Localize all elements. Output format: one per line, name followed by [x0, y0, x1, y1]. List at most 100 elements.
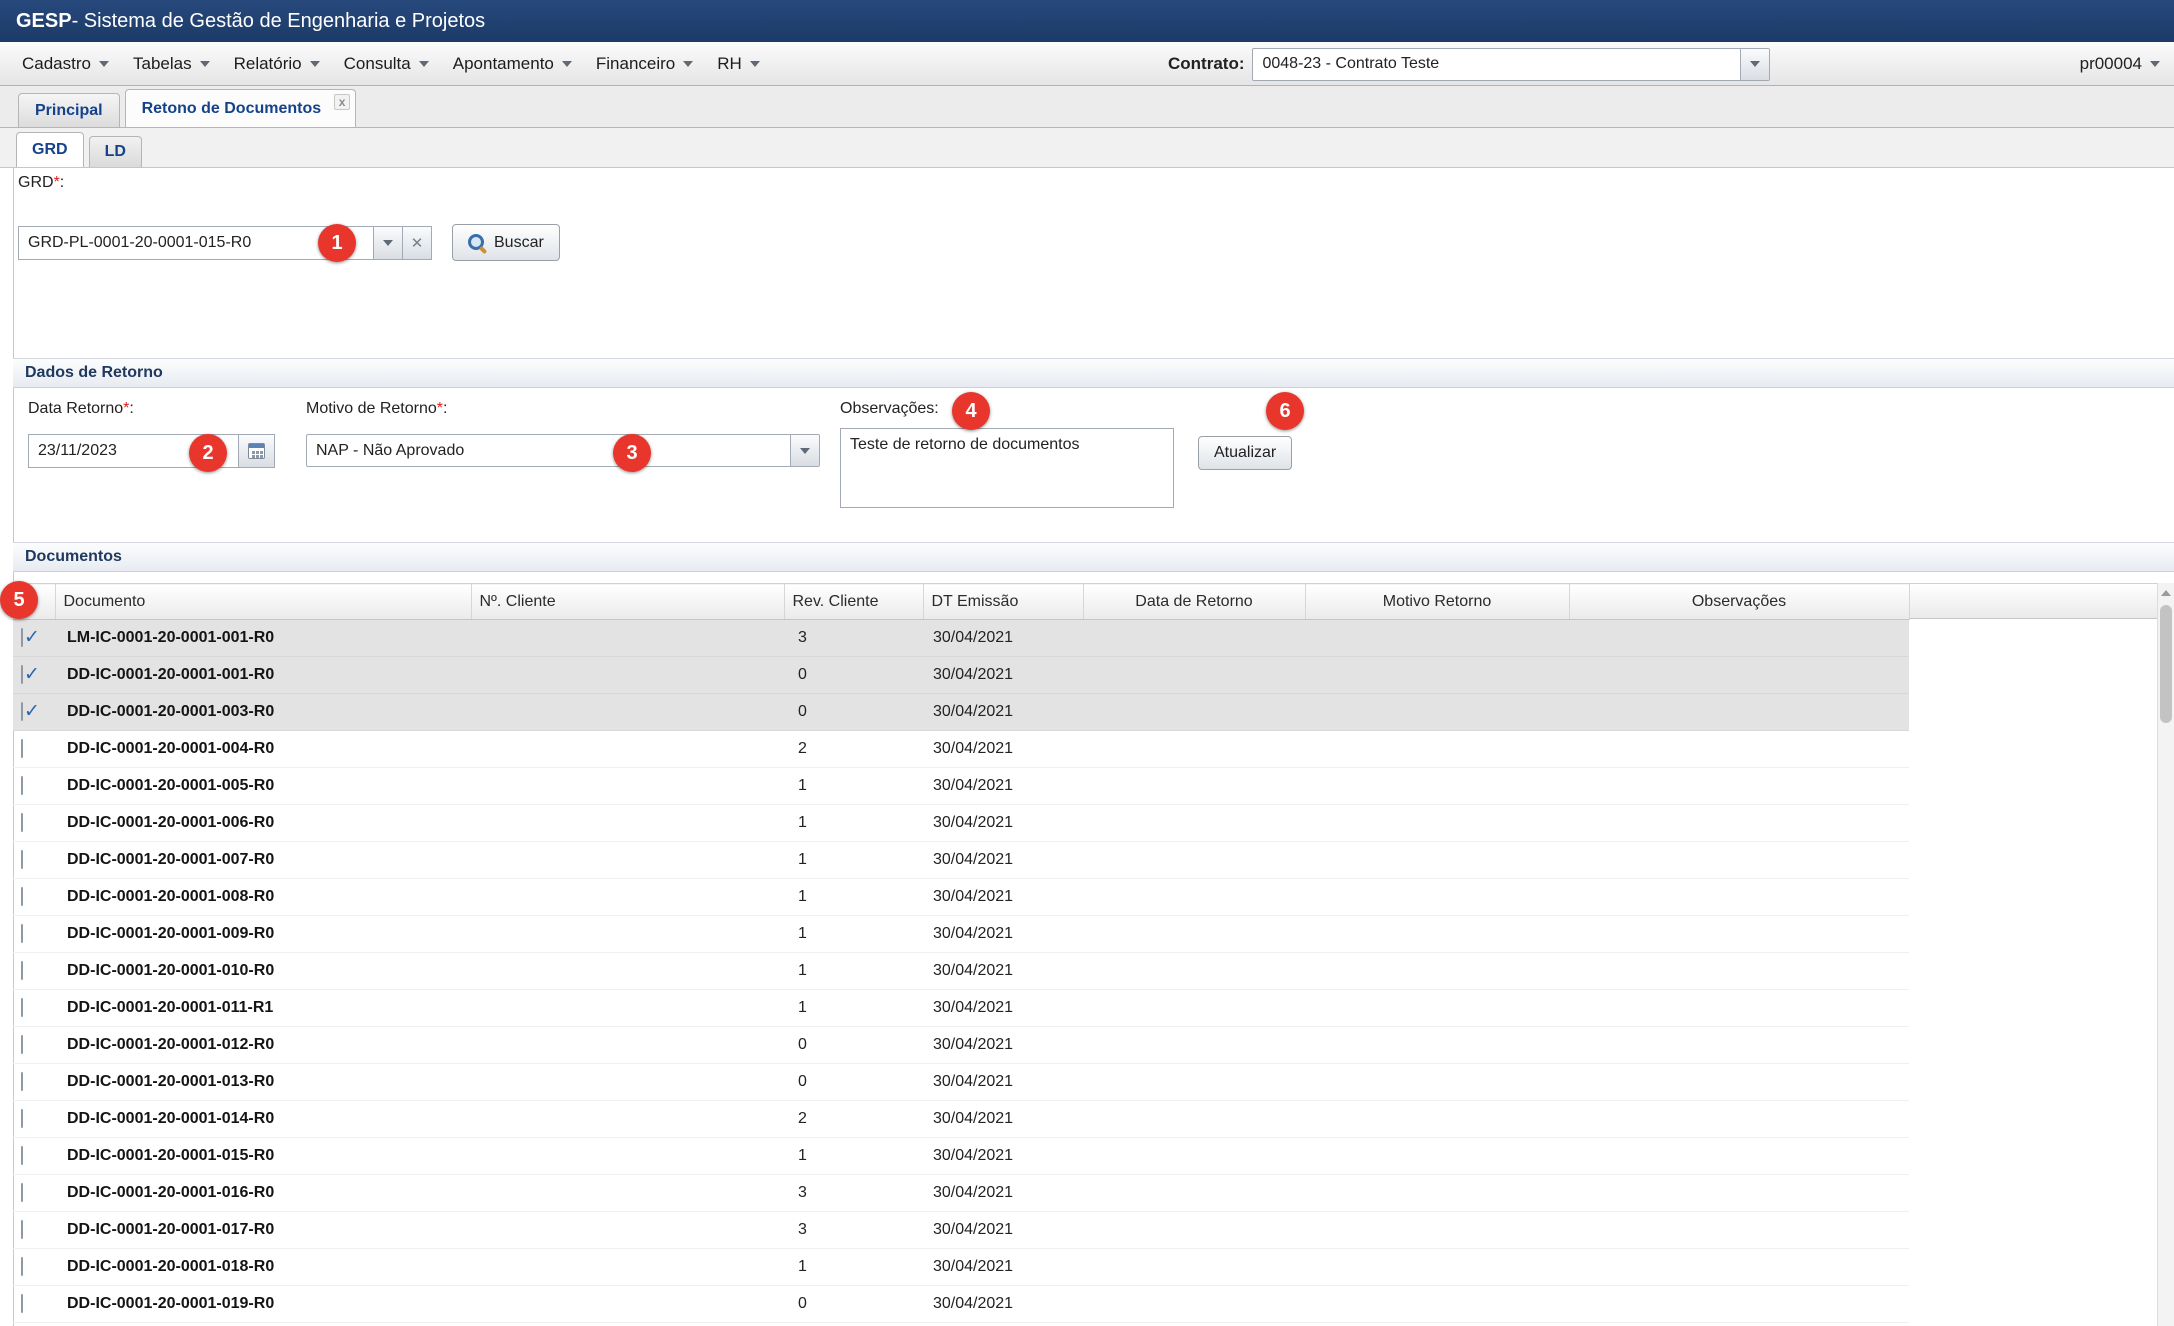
cell-motivo-retorno	[1305, 879, 1569, 916]
row-checkbox[interactable]	[21, 998, 23, 1017]
cell-dt-emissao: 30/04/2021	[923, 1027, 1083, 1064]
table-row[interactable]: DD-IC-0001-20-0001-015-R0 1 30/04/2021	[13, 1138, 1909, 1175]
table-row[interactable]: DD-IC-0001-20-0001-009-R0 1 30/04/2021	[13, 916, 1909, 953]
cell-observacoes	[1569, 1101, 1909, 1138]
cell-motivo-retorno	[1305, 953, 1569, 990]
row-checkbox[interactable]	[21, 1109, 23, 1128]
cell-dt-emissao: 30/04/2021	[923, 1138, 1083, 1175]
contract-group: Contrato: 0048-23 - Contrato Teste	[1168, 42, 1770, 86]
cell-dt-emissao: 30/04/2021	[923, 1212, 1083, 1249]
table-row[interactable]: DD-IC-0001-20-0001-007-R0 1 30/04/2021	[13, 842, 1909, 879]
cell-dt-emissao: 30/04/2021	[923, 1286, 1083, 1323]
row-checkbox[interactable]	[21, 1146, 23, 1165]
row-checkbox[interactable]	[21, 1257, 23, 1276]
table-row[interactable]: DD-IC-0001-20-0001-012-R0 0 30/04/2021	[13, 1027, 1909, 1064]
buscar-button[interactable]: Buscar	[452, 224, 560, 261]
cell-n-cliente	[471, 879, 784, 916]
cell-motivo-retorno	[1305, 620, 1569, 657]
table-row[interactable]: DD-IC-0001-20-0001-018-R0 1 30/04/2021	[13, 1249, 1909, 1286]
table-row[interactable]: DD-IC-0001-20-0001-004-R0 2 30/04/2021	[13, 731, 1909, 768]
annotation-badge-6: 6	[1266, 392, 1304, 430]
tab-principal[interactable]: Principal	[18, 93, 120, 127]
table-row[interactable]: DD-IC-0001-20-0001-016-R0 3 30/04/2021	[13, 1175, 1909, 1212]
user-menu[interactable]: pr00004	[2080, 42, 2160, 86]
cell-observacoes	[1569, 1064, 1909, 1101]
row-checkbox[interactable]	[21, 1072, 23, 1091]
column-data-de-retorno[interactable]: Data de Retorno	[1083, 584, 1305, 620]
menu-tabelas[interactable]: Tabelas	[121, 47, 222, 81]
cell-documento: DD-IC-0001-20-0001-008-R0	[55, 879, 471, 916]
column-observacoes[interactable]: Observações	[1569, 584, 1909, 620]
vertical-scrollbar[interactable]	[2157, 583, 2174, 1326]
table-row[interactable]: DD-IC-0001-20-0001-006-R0 1 30/04/2021	[13, 805, 1909, 842]
column-n-cliente[interactable]: Nº. Cliente	[471, 584, 784, 620]
table-row[interactable]: DD-IC-0001-20-0001-008-R0 1 30/04/2021	[13, 879, 1909, 916]
row-checkbox[interactable]	[21, 1035, 23, 1054]
grd-dropdown-trigger[interactable]	[374, 226, 403, 260]
cell-rev-cliente: 0	[784, 1064, 923, 1101]
row-checkbox[interactable]	[21, 1220, 23, 1239]
table-row[interactable]: DD-IC-0001-20-0001-017-R0 3 30/04/2021	[13, 1212, 1909, 1249]
menu-apontamento[interactable]: Apontamento	[441, 47, 584, 81]
cell-data-de-retorno	[1083, 657, 1305, 694]
cell-documento: DD-IC-0001-20-0001-018-R0	[55, 1249, 471, 1286]
row-checkbox[interactable]	[21, 887, 23, 906]
row-checkbox[interactable]	[21, 961, 23, 980]
table-row[interactable]: DD-IC-0001-20-0001-005-R0 1 30/04/2021	[13, 768, 1909, 805]
menu-relatorio[interactable]: Relatório	[222, 47, 332, 81]
grd-combobox[interactable]: GRD-PL-0001-20-0001-015-R0 ✕	[18, 226, 432, 260]
table-row[interactable]: DD-IC-0001-20-0001-011-R1 1 30/04/2021	[13, 990, 1909, 1027]
scroll-up-arrow-icon[interactable]	[2160, 586, 2172, 600]
table-row[interactable]: LM-IC-0001-20-0001-001-R0 3 30/04/2021	[13, 620, 1909, 657]
cell-motivo-retorno	[1305, 1138, 1569, 1175]
checkbox-cell	[13, 1101, 55, 1138]
column-rev-cliente[interactable]: Rev. Cliente	[784, 584, 923, 620]
column-documento[interactable]: Documento	[55, 584, 471, 620]
cell-documento: DD-IC-0001-20-0001-004-R0	[55, 731, 471, 768]
observacoes-textarea[interactable]: Teste de retorno de documentos	[840, 428, 1174, 508]
row-checkbox[interactable]	[21, 776, 23, 795]
contract-combobox[interactable]: 0048-23 - Contrato Teste	[1252, 48, 1770, 81]
atualizar-button[interactable]: Atualizar	[1198, 436, 1292, 470]
cell-observacoes	[1569, 1027, 1909, 1064]
close-icon[interactable]: x	[334, 94, 350, 110]
table-row[interactable]: DD-IC-0001-20-0001-003-R0 0 30/04/2021	[13, 694, 1909, 731]
table-row[interactable]: DD-IC-0001-20-0001-014-R0 2 30/04/2021	[13, 1101, 1909, 1138]
row-checkbox[interactable]	[21, 702, 23, 721]
row-checkbox[interactable]	[21, 739, 23, 758]
row-checkbox[interactable]	[21, 924, 23, 943]
data-retorno-datefield[interactable]: 23/11/2023	[28, 434, 275, 468]
tab-ld[interactable]: LD	[89, 136, 142, 167]
menu-financeiro[interactable]: Financeiro	[584, 47, 705, 81]
checkbox-cell	[13, 768, 55, 805]
calendar-picker-button[interactable]	[239, 434, 275, 468]
tab-grd[interactable]: GRD	[16, 132, 84, 167]
column-motivo-retorno[interactable]: Motivo Retorno	[1305, 584, 1569, 620]
motivo-retorno-combobox[interactable]: NAP - Não Aprovado	[306, 434, 820, 467]
cell-dt-emissao: 30/04/2021	[923, 990, 1083, 1027]
table-row[interactable]: DD-IC-0001-20-0001-019-R0 0 30/04/2021	[13, 1286, 1909, 1323]
cell-rev-cliente: 1	[784, 768, 923, 805]
cell-documento: LM-IC-0001-20-0001-001-R0	[55, 620, 471, 657]
table-row[interactable]: DD-IC-0001-20-0001-013-R0 0 30/04/2021	[13, 1064, 1909, 1101]
menu-cadastro[interactable]: Cadastro	[10, 47, 121, 81]
contract-dropdown-trigger[interactable]	[1740, 49, 1769, 80]
menu-rh[interactable]: RH	[705, 47, 772, 81]
table-row[interactable]: DD-IC-0001-20-0001-010-R0 1 30/04/2021	[13, 953, 1909, 990]
cell-data-de-retorno	[1083, 1249, 1305, 1286]
row-checkbox[interactable]	[21, 1294, 23, 1313]
grd-clear-button[interactable]: ✕	[403, 226, 432, 260]
row-checkbox[interactable]	[21, 1183, 23, 1202]
table-row[interactable]: DD-IC-0001-20-0001-001-R0 0 30/04/2021	[13, 657, 1909, 694]
tab-retono-de-documentos[interactable]: Retono de Documentos x	[125, 89, 357, 127]
menu-consulta[interactable]: Consulta	[332, 47, 441, 81]
row-checkbox[interactable]	[21, 665, 23, 684]
scrollbar-thumb[interactable]	[2160, 605, 2172, 723]
row-checkbox[interactable]	[21, 850, 23, 869]
row-checkbox[interactable]	[21, 813, 23, 832]
cell-n-cliente	[471, 620, 784, 657]
column-dt-emissao[interactable]: DT Emissão	[923, 584, 1083, 620]
cell-n-cliente	[471, 657, 784, 694]
row-checkbox[interactable]	[21, 628, 23, 647]
motivo-dropdown-trigger[interactable]	[790, 435, 819, 466]
